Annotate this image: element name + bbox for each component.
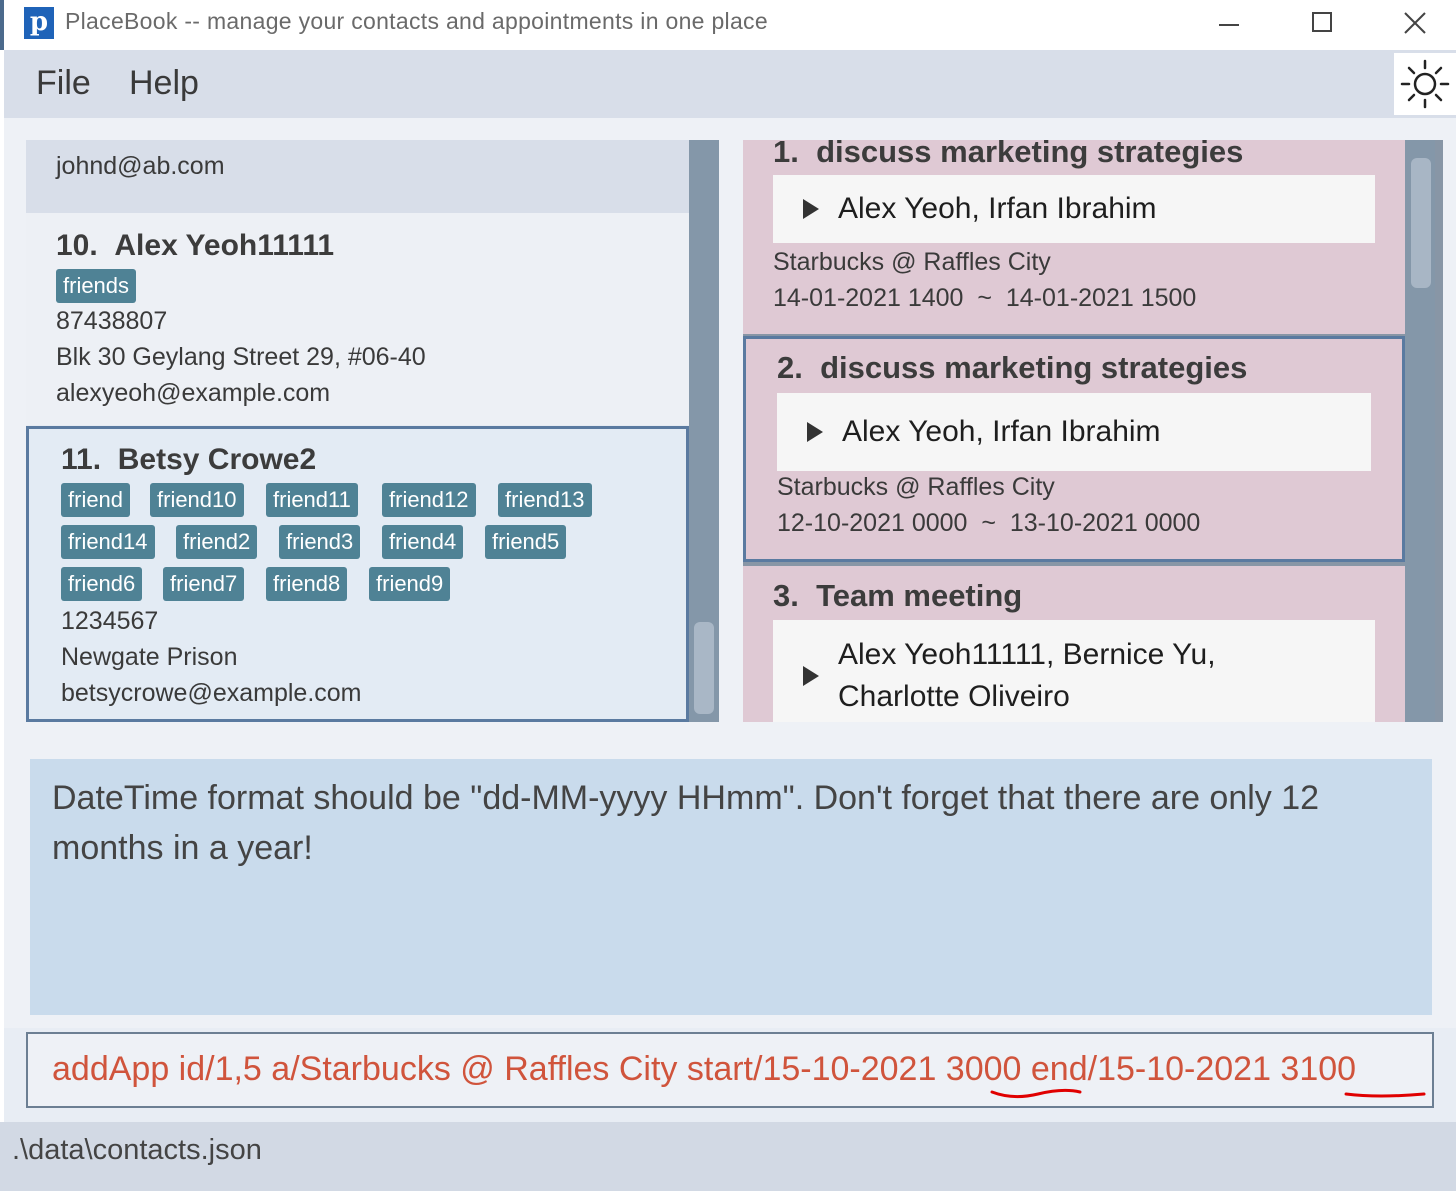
clients-expander[interactable]: Alex Yeoh, Irfan Ibrahim — [773, 175, 1375, 243]
appointment-time: 14-01-2021 1400 ~ 14-01-2021 1500 — [773, 284, 1196, 313]
scrollbar-thumb[interactable] — [1411, 158, 1431, 288]
person-phone: 1234567 — [61, 607, 159, 635]
person-tag: friend10 — [150, 483, 244, 517]
person-card-partial[interactable]: j​ johnd@ab.com — [26, 140, 689, 213]
person-index: 10. — [56, 229, 98, 262]
maximize-button[interactable] — [1276, 0, 1366, 46]
person-address: Newgate Prison — [61, 643, 238, 671]
spellcheck-underlines — [990, 1088, 1426, 1099]
appointment-start: 12-10-2021 0000 — [777, 509, 968, 537]
person-name-text: Alex Yeoh11111 — [114, 229, 335, 262]
time-separator: ~ — [981, 509, 996, 537]
clients-expander[interactable]: Alex Yeoh, Irfan Ibrahim — [777, 393, 1371, 471]
command-input[interactable]: addApp id/1,5 a/Starbucks @ Raffles City… — [26, 1032, 1434, 1108]
person-card-selected[interactable]: 11. Betsy Crowe2 friend friend10 friend1… — [26, 426, 689, 722]
appointment-index: 1. — [773, 140, 799, 169]
appointment-list-scrollbar[interactable] — [1405, 140, 1435, 722]
appointment-clients: Alex Yeoh, Irfan Ibrahim — [838, 192, 1157, 225]
time-separator: ~ — [977, 284, 992, 312]
appointment-title-text: Team meeting — [816, 578, 1023, 613]
appointment-location: Starbucks @ Raffles City — [773, 248, 1051, 276]
person-tag: friend4 — [382, 525, 464, 559]
minimize-icon — [1219, 24, 1239, 26]
result-message: DateTime format should be "dd-MM-yyyy HH… — [52, 779, 1320, 867]
person-email: betsycrowe@example.com — [61, 679, 362, 707]
appointment-card[interactable]: 1. discuss marketing strategies Alex Yeo… — [743, 140, 1405, 334]
theme-toggle-button[interactable] — [1394, 53, 1456, 115]
window-title: PlaceBook -- manage your contacts and ap… — [65, 8, 768, 34]
sun-icon — [1400, 59, 1450, 109]
close-icon — [1404, 12, 1426, 34]
appointment-title-text: discuss marketing strategies — [816, 140, 1244, 169]
appointment-clients-line: Charlotte Oliveiro — [838, 680, 1070, 713]
data-file-path: .\data\contacts.json — [12, 1134, 262, 1166]
person-tag: friend14 — [61, 525, 155, 559]
person-index: 11. — [61, 443, 102, 476]
menu-bar: File Help — [4, 50, 1456, 118]
close-button[interactable] — [1370, 0, 1456, 46]
person-name: 11. Betsy Crowe2 — [61, 443, 316, 477]
appointment-clients: Alex Yeoh, Irfan Ibrahim — [842, 415, 1161, 448]
person-tag: friends — [56, 269, 137, 303]
command-area: addApp id/1,5 a/Starbucks @ Raffles City… — [4, 1028, 1456, 1122]
person-card[interactable]: 10. Alex Yeoh11111 friends 87438807 Blk … — [26, 213, 689, 425]
appointment-index: 2. — [777, 350, 803, 385]
appointment-clients: Alex Yeoh11111, Bernice Yu, Charlotte Ol… — [838, 634, 1216, 718]
clients-expander[interactable]: Alex Yeoh11111, Bernice Yu, Charlotte Ol… — [773, 620, 1375, 722]
appointment-end: 13-10-2021 0000 — [1009, 509, 1201, 537]
appointment-location: Starbucks @ Raffles City — [777, 473, 1055, 501]
menu-file[interactable]: File — [36, 64, 91, 103]
person-name: 10. Alex Yeoh11111 — [56, 229, 334, 263]
appointment-card-selected[interactable]: 2. discuss marketing strategies Alex Yeo… — [743, 336, 1405, 562]
person-tag: friend11 — [266, 483, 358, 517]
result-display: DateTime format should be "dd-MM-yyyy HH… — [30, 759, 1432, 1015]
expand-arrow-icon[interactable] — [807, 422, 823, 442]
person-phone: 87438807 — [56, 307, 168, 335]
app-logo-icon: p — [24, 7, 54, 39]
person-tag: friend12 — [382, 483, 476, 517]
spellcheck-underline — [1344, 1092, 1426, 1098]
person-email: johnd@ab.com — [56, 152, 225, 180]
appointment-title: 2. discuss marketing strategies — [777, 350, 1247, 386]
scrollbar-thumb[interactable] — [694, 622, 714, 714]
person-tag: friend7 — [163, 567, 245, 601]
person-tag: friend9 — [369, 567, 451, 601]
person-tag: friend3 — [279, 525, 361, 559]
appointment-clients-line: Alex Yeoh11111, Bernice Yu, — [838, 638, 1216, 671]
menu-help[interactable]: Help — [129, 64, 199, 103]
main-area: j​ johnd@ab.com 10. Alex Yeoh11111 frien… — [4, 118, 1456, 743]
title-bar: p PlaceBook -- manage your contacts and … — [0, 0, 1456, 50]
person-list-scrollbar[interactable] — [689, 140, 719, 722]
status-bar: .\data\contacts.json — [0, 1122, 1456, 1191]
expand-arrow-icon[interactable] — [803, 199, 819, 219]
person-tag: friend5 — [485, 525, 567, 559]
spellcheck-underline — [990, 1088, 1082, 1099]
appointment-title: 3. Team meeting — [773, 578, 1022, 614]
appointment-index: 3. — [773, 578, 799, 613]
person-list[interactable]: j​ johnd@ab.com 10. Alex Yeoh11111 frien… — [26, 140, 719, 722]
person-tag: friend6 — [61, 567, 143, 601]
appointment-start: 14-01-2021 1400 — [773, 284, 964, 312]
expand-arrow-icon[interactable] — [803, 666, 819, 686]
appointment-end: 14-01-2021 1500 — [1005, 284, 1197, 312]
person-tag: friend8 — [266, 567, 348, 601]
person-tag: friend — [61, 483, 131, 517]
maximize-icon — [1312, 12, 1332, 32]
appointment-time: 12-10-2021 0000 ~ 13-10-2021 0000 — [777, 509, 1200, 538]
person-partial-line: j​ — [56, 140, 62, 141]
person-address: Blk 30 Geylang Street 29, #06-40 — [56, 343, 426, 371]
result-area: DateTime format should be "dd-MM-yyyy HH… — [4, 743, 1456, 1028]
minimize-button[interactable] — [1184, 0, 1274, 46]
person-tag: friend13 — [498, 483, 592, 517]
appointment-list[interactable]: 1. discuss marketing strategies Alex Yeo… — [743, 140, 1443, 722]
person-name-text: Betsy Crowe2 — [117, 443, 317, 476]
appointment-card[interactable]: 3. Team meeting Alex Yeoh11111, Bernice … — [743, 566, 1405, 722]
appointment-title: 1. discuss marketing strategies — [773, 140, 1243, 170]
person-tag: friend2 — [176, 525, 258, 559]
person-email: alexyeoh@example.com — [56, 379, 331, 407]
appointment-title-text: discuss marketing strategies — [820, 350, 1248, 385]
